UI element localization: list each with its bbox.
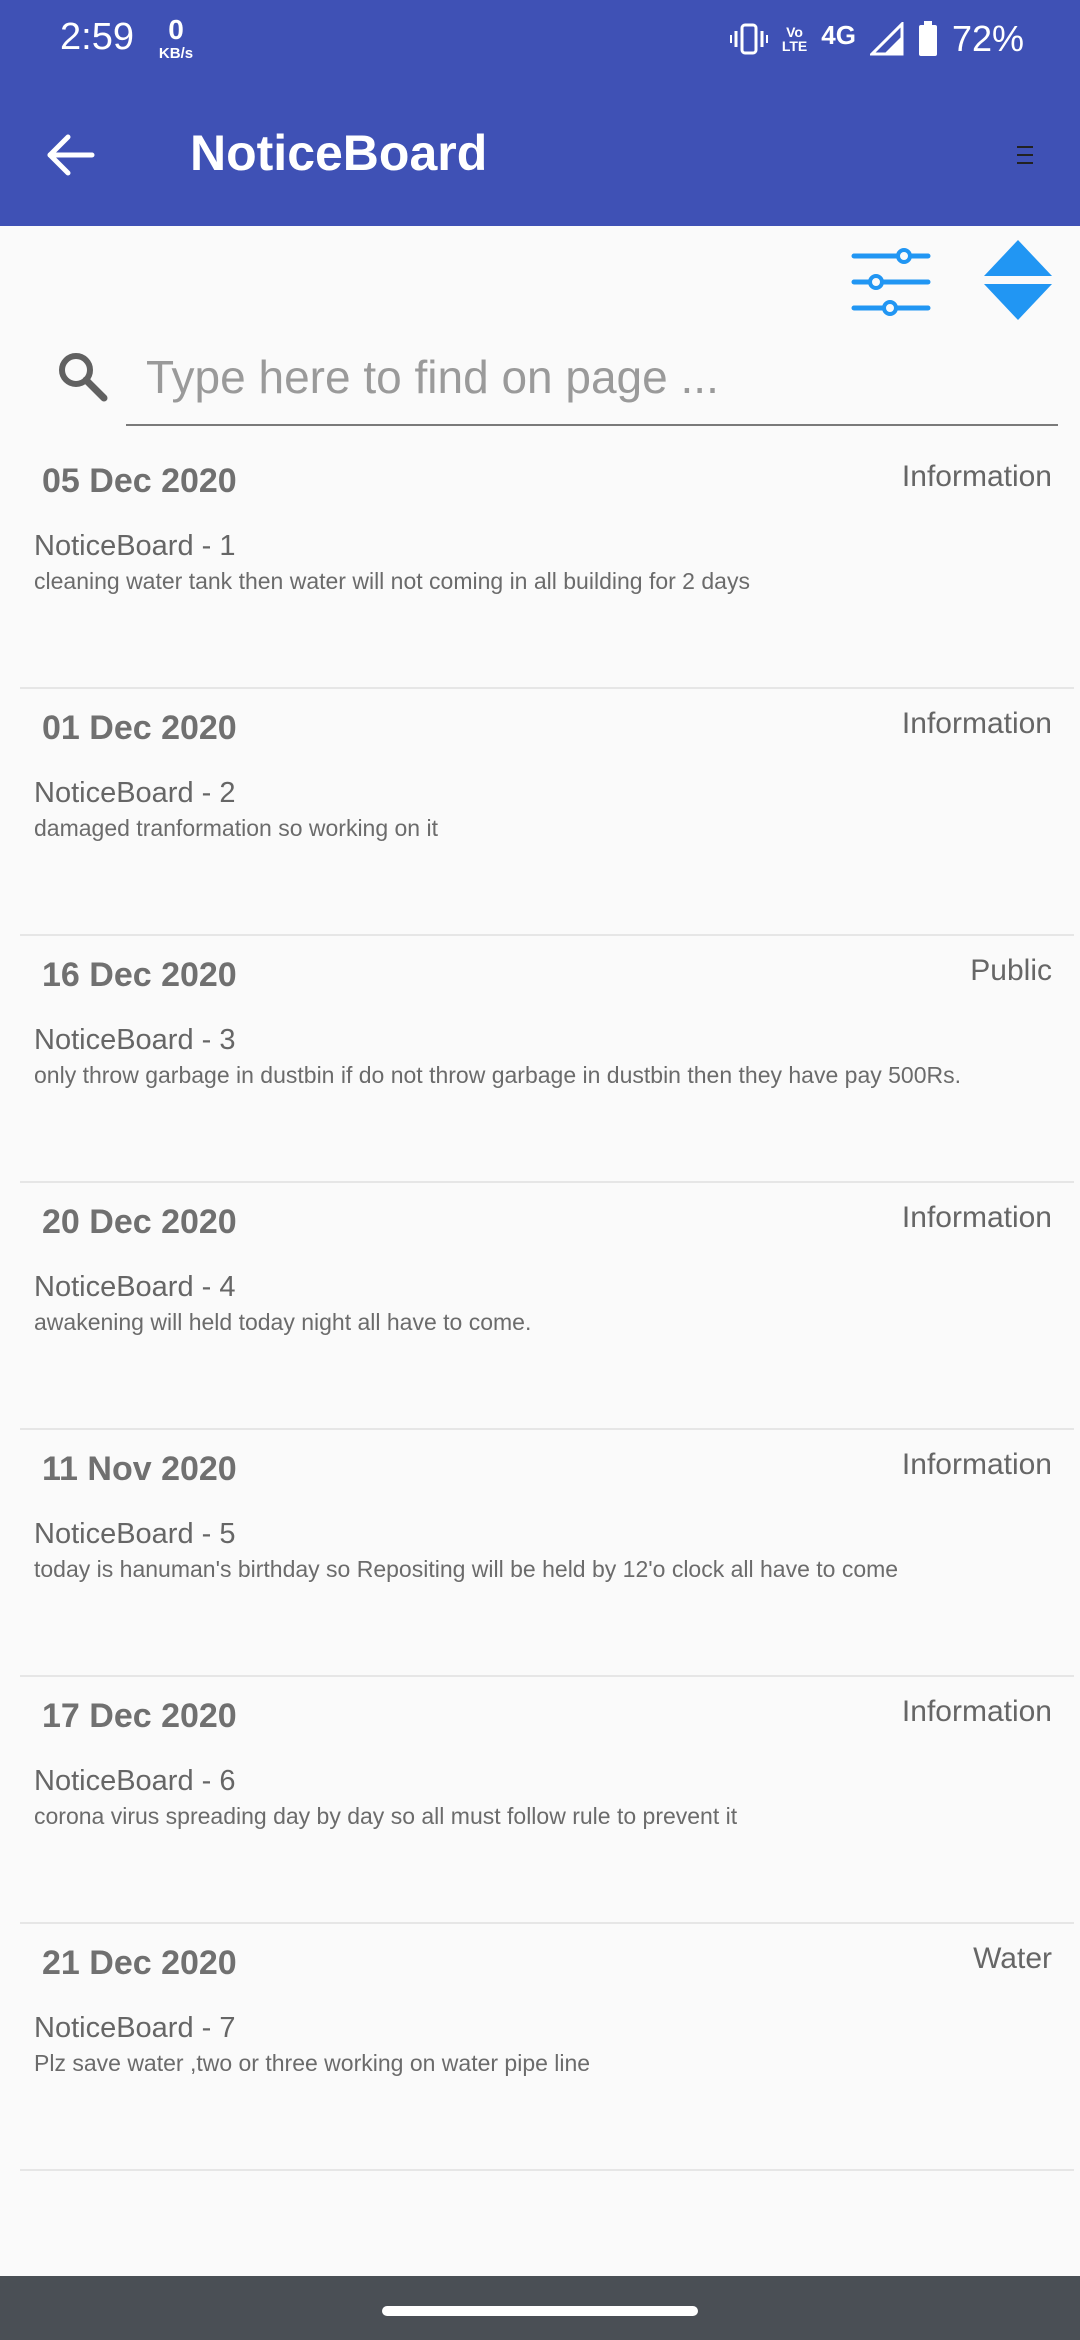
sort-updown-icon (984, 240, 1052, 320)
status-icons: Vo LTE 4G 72% (729, 18, 1024, 60)
notice-item[interactable]: 21 Dec 2020 Water NoticeBoard - 7 Plz sa… (20, 1924, 1074, 2171)
system-nav-bar (0, 2276, 1080, 2340)
signal-icon (869, 22, 904, 56)
notice-category: Information (901, 1201, 1052, 1234)
arrow-left-icon (47, 134, 95, 176)
notice-title: NoticeBoard - 1 (34, 530, 236, 562)
notice-category: Information (901, 460, 1052, 493)
notice-category: Water (973, 1942, 1052, 1975)
notice-date: 05 Dec 2020 (42, 462, 237, 500)
page-title: NoticeBoard (190, 125, 488, 181)
volte-top-label: Vo (786, 24, 803, 40)
volte-bottom-label: LTE (781, 38, 808, 54)
notice-title: NoticeBoard - 5 (34, 1518, 236, 1550)
notice-item[interactable]: 05 Dec 2020 Information NoticeBoard - 1 … (20, 442, 1074, 689)
menu-button[interactable] (1000, 130, 1050, 180)
notice-title: NoticeBoard - 7 (34, 2012, 236, 2044)
notice-description: awakening will held today night all have… (34, 1309, 532, 1335)
notice-description: today is hanuman's birthday so Repositin… (34, 1556, 899, 1582)
notice-date: 17 Dec 2020 (42, 1697, 237, 1735)
notice-category: Public (970, 954, 1052, 987)
notice-item[interactable]: 20 Dec 2020 Information NoticeBoard - 4 … (20, 1183, 1074, 1430)
sliders-icon (851, 248, 931, 316)
notice-category: Information (901, 707, 1052, 740)
app-bar: NoticeBoard (0, 80, 1080, 226)
sort-button[interactable] (978, 234, 1058, 324)
network-type-label: 4G (821, 19, 856, 50)
notice-description: damaged tranformation so working on it (34, 815, 438, 841)
notice-title: NoticeBoard - 6 (34, 1765, 236, 1797)
volte-icon: Vo LTE (782, 25, 807, 53)
search-icon (59, 353, 108, 402)
notice-item[interactable]: 16 Dec 2020 Public NoticeBoard - 3 only … (20, 936, 1074, 1183)
home-gesture-handle[interactable] (382, 2306, 698, 2316)
search-input[interactable] (126, 330, 1058, 426)
status-bar: 2:59 0 KB/s Vo LTE 4G 72% (0, 0, 1080, 80)
notice-description: only throw garbage in dustbin if do not … (34, 1062, 961, 1088)
notice-title: NoticeBoard - 3 (34, 1024, 236, 1056)
tool-row (0, 226, 1080, 346)
notice-item[interactable]: 17 Dec 2020 Information NoticeBoard - 6 … (20, 1677, 1074, 1924)
notice-description: Plz save water ,two or three working on … (34, 2050, 591, 2076)
notice-description: corona virus spreading day by day so all… (34, 1803, 738, 1829)
notice-category: Information (901, 1695, 1052, 1728)
notice-date: 16 Dec 2020 (42, 956, 237, 994)
notice-list: 05 Dec 2020 Information NoticeBoard - 1 … (0, 442, 1080, 2171)
status-time: 2:59 (60, 16, 134, 58)
notice-date: 20 Dec 2020 (42, 1203, 237, 1241)
notice-title: NoticeBoard - 2 (34, 777, 236, 809)
notice-date: 21 Dec 2020 (42, 1944, 237, 1982)
notice-date: 01 Dec 2020 (42, 709, 237, 747)
battery-percentage: 72% (951, 18, 1024, 59)
battery-icon (918, 21, 937, 56)
back-button[interactable] (36, 120, 106, 190)
notice-title: NoticeBoard - 4 (34, 1271, 236, 1303)
filter-button[interactable] (846, 236, 936, 326)
vibrate-icon (729, 23, 768, 55)
network-speed-unit: KB/s (158, 45, 194, 62)
notice-item[interactable]: 01 Dec 2020 Information NoticeBoard - 2 … (20, 689, 1074, 936)
menu-icon (1017, 146, 1033, 164)
notice-item[interactable]: 11 Nov 2020 Information NoticeBoard - 5 … (20, 1430, 1074, 1677)
network-speed: 0 KB/s (154, 14, 198, 62)
notice-description: cleaning water tank then water will not … (34, 568, 750, 594)
notice-category: Information (901, 1448, 1052, 1481)
notice-date: 11 Nov 2020 (42, 1450, 237, 1488)
network-speed-value: 0 (168, 14, 184, 45)
